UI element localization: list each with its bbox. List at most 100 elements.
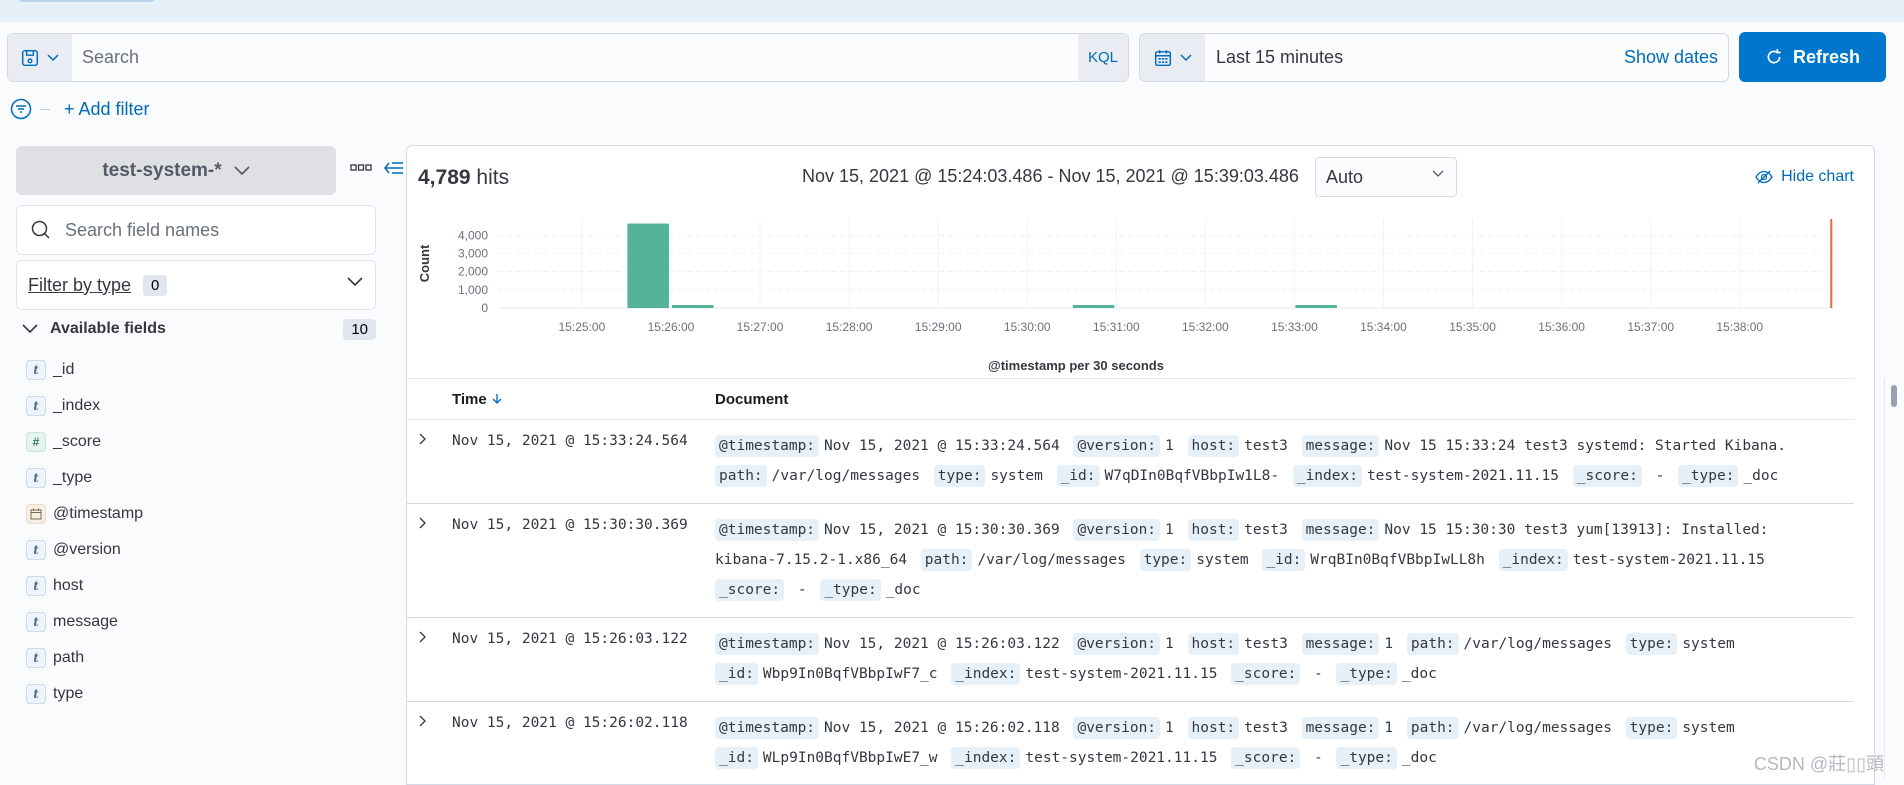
- scrollbar-thumb[interactable]: [1891, 385, 1897, 407]
- expand-row-button[interactable]: [407, 431, 452, 491]
- field-value: /var/log/messages: [977, 552, 1126, 568]
- field-item[interactable]: t _index: [26, 388, 143, 424]
- available-fields-title: Available fields: [50, 320, 166, 337]
- y-tick-label: 3,000: [458, 247, 488, 261]
- string-field-icon: t: [26, 360, 46, 380]
- field-key: host:: [1187, 519, 1240, 541]
- filter-options-icon[interactable]: [10, 98, 32, 120]
- row-timestamp: Nov 15, 2021 @ 15:33:24.564: [452, 433, 688, 449]
- table-header: Time Document: [407, 378, 1854, 420]
- nav-tab-indicator: [20, 0, 154, 2]
- expand-row-button[interactable]: [407, 713, 452, 773]
- field-value: system: [990, 468, 1043, 484]
- expand-row-button[interactable]: [407, 629, 452, 689]
- chevron-down-icon: [47, 53, 59, 61]
- field-item[interactable]: t _id: [26, 352, 143, 388]
- field-key: _type:: [1336, 747, 1397, 769]
- available-fields-header[interactable]: Available fields 10: [22, 318, 376, 340]
- search-input[interactable]: [72, 47, 1078, 68]
- field-key: path:: [1406, 633, 1459, 655]
- histogram-bar: [627, 223, 669, 308]
- table-row: Nov 15, 2021 @ 15:26:02.118 @timestamp: No…: [407, 702, 1854, 784]
- save-icon: [21, 49, 39, 66]
- scrollbar-track[interactable]: [1884, 378, 1904, 778]
- row-document: @timestamp: Nov 15, 2021 @ 15:33:24.564 @…: [715, 431, 1854, 491]
- field-key: _score:: [1231, 747, 1301, 769]
- quick-date-menu-button[interactable]: [1140, 34, 1205, 81]
- search-icon: [31, 220, 50, 239]
- field-key: type:: [1625, 717, 1678, 739]
- field-item[interactable]: t _type: [26, 460, 143, 496]
- field-value: test-system-2021.11.15: [1366, 468, 1560, 484]
- field-name: _type: [53, 469, 93, 486]
- field-key: @timestamp:: [715, 633, 820, 655]
- x-tick-label: 15:28:00: [826, 320, 873, 334]
- eye-closed-icon: [1755, 170, 1773, 184]
- interval-select[interactable]: Auto: [1315, 157, 1457, 197]
- field-key: @version:: [1073, 435, 1161, 457]
- field-item[interactable]: @timestamp: [26, 496, 143, 532]
- field-key: message:: [1301, 435, 1380, 457]
- add-filter-button[interactable]: + Add filter: [64, 99, 150, 120]
- row-timestamp: Nov 15, 2021 @ 15:30:30.369: [452, 517, 688, 533]
- field-list: t _id t _index # _score t _type @timestamp t @vers…: [26, 352, 143, 712]
- hit-count: 4,789 hits: [418, 166, 509, 190]
- field-item[interactable]: # _score: [26, 424, 143, 460]
- field-value: W7qDIn0BqfVBbpIw1L8-: [1104, 468, 1280, 484]
- hide-chart-button[interactable]: Hide chart: [1755, 168, 1854, 186]
- x-tick-label: 15:36:00: [1538, 320, 1585, 334]
- field-name: @timestamp: [53, 505, 144, 522]
- more-options-icon[interactable]: [350, 164, 372, 172]
- y-tick-label: 2,000: [458, 265, 488, 279]
- calendar-icon: [1154, 49, 1171, 66]
- column-header-time[interactable]: Time: [452, 391, 715, 408]
- table-row: Nov 15, 2021 @ 15:26:03.122 @timestamp: No…: [407, 618, 1854, 702]
- row-timestamp: Nov 15, 2021 @ 15:26:03.122: [452, 631, 688, 647]
- field-item[interactable]: t host: [26, 568, 143, 604]
- collapse-sidebar-icon[interactable]: [384, 160, 404, 176]
- string-field-icon: t: [26, 648, 46, 668]
- field-value: WrqBIn0BqfVBbpIwLL8h: [1310, 552, 1485, 568]
- saved-query-menu-button[interactable]: [8, 34, 72, 81]
- chevron-right-icon: [419, 715, 426, 727]
- field-search-input[interactable]: [65, 219, 355, 241]
- column-header-document: Document: [715, 390, 789, 408]
- field-value: 1: [1165, 636, 1174, 652]
- table-row: Nov 15, 2021 @ 15:30:30.369 @timestamp: No…: [407, 504, 1854, 618]
- field-item[interactable]: t message: [26, 604, 143, 640]
- field-key: _id:: [1262, 549, 1306, 571]
- index-pattern-selector[interactable]: test-system-*: [16, 146, 336, 195]
- field-value: -: [1305, 666, 1323, 682]
- string-field-icon: t: [26, 684, 46, 704]
- sidebar-options: [350, 160, 404, 176]
- expand-row-button[interactable]: [407, 515, 452, 605]
- chevron-right-icon: [419, 433, 426, 445]
- number-field-icon: #: [26, 432, 46, 452]
- date-field-icon: [26, 504, 46, 524]
- field-key: _id:: [715, 747, 758, 769]
- sort-descending-icon[interactable]: [491, 393, 503, 405]
- field-value: 1: [1165, 522, 1174, 538]
- index-pattern-name: test-system-*: [102, 159, 222, 181]
- field-value: _doc: [1401, 750, 1437, 766]
- refresh-button[interactable]: Refresh: [1739, 32, 1886, 82]
- field-item[interactable]: t path: [26, 640, 143, 676]
- field-item[interactable]: t type: [26, 676, 143, 712]
- row-document: @timestamp: Nov 15, 2021 @ 15:30:30.369 @…: [715, 515, 1854, 605]
- show-dates-link[interactable]: Show dates: [1624, 47, 1728, 68]
- x-tick-label: 15:30:00: [1004, 320, 1051, 334]
- field-name: message: [53, 613, 118, 630]
- date-range-value[interactable]: Last 15 minutes: [1205, 47, 1624, 68]
- chevron-down-icon: [1179, 53, 1192, 61]
- x-tick-label: 15:32:00: [1182, 320, 1229, 334]
- field-value: system: [1682, 636, 1735, 652]
- field-value: 1: [1165, 438, 1174, 454]
- top-nav-strip: [0, 0, 1904, 22]
- query-bar: KQL: [7, 33, 1129, 82]
- chevron-down-icon: [347, 277, 363, 287]
- field-item[interactable]: t @version: [26, 532, 143, 568]
- field-key: _index:: [1292, 465, 1362, 487]
- filter-by-type-button[interactable]: Filter by type 0: [16, 260, 376, 310]
- date-picker: Last 15 minutes Show dates: [1139, 33, 1729, 82]
- query-language-button[interactable]: KQL: [1078, 34, 1128, 81]
